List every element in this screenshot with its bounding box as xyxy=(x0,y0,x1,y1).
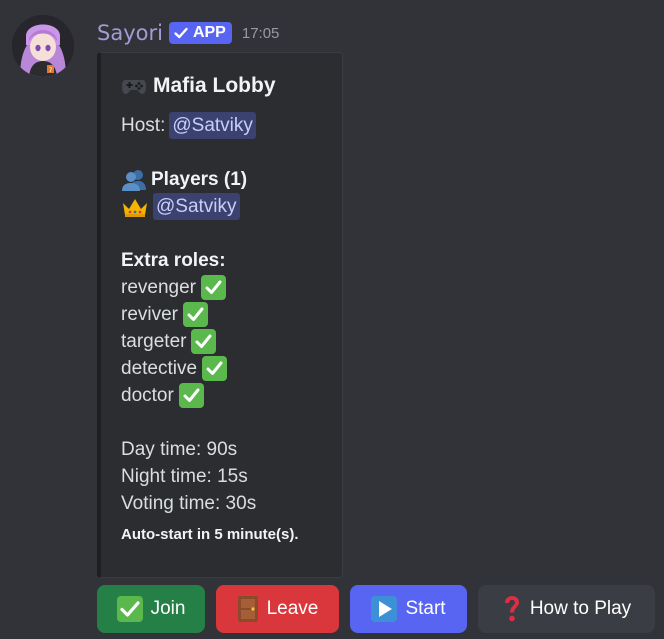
svg-text:7: 7 xyxy=(49,67,53,74)
door-icon xyxy=(237,595,259,623)
message-header: Sayori APP 17:05 xyxy=(97,19,279,47)
bot-message: 7 Sayori APP 17:05 Mafia Lobby Host: @Sa… xyxy=(0,0,664,639)
app-badge-label: APP xyxy=(192,24,226,41)
role-item: revenger xyxy=(121,274,341,301)
players-heading-text: Players (1) xyxy=(151,169,248,190)
question-mark-icon xyxy=(502,595,522,623)
check-mark-icon xyxy=(183,302,209,327)
role-label: detective xyxy=(121,358,198,379)
role-label: targeter xyxy=(121,331,187,352)
avatar[interactable]: 7 xyxy=(12,15,74,77)
game-controller-icon xyxy=(122,80,146,94)
host-mention[interactable]: @Satviky xyxy=(169,112,256,139)
app-badge: APP xyxy=(168,22,232,44)
role-label: doctor xyxy=(121,385,174,406)
play-icon xyxy=(371,596,398,622)
night-time: Night time: 15s xyxy=(121,466,248,487)
leave-button[interactable]: Leave xyxy=(216,585,339,633)
how-to-play-button[interactable]: How to Play xyxy=(478,585,655,633)
leave-button-label: Leave xyxy=(266,598,319,619)
timestamp[interactable]: 17:05 xyxy=(242,25,280,42)
how-to-play-button-label: How to Play xyxy=(529,598,632,619)
host-line: Host: @Satviky xyxy=(121,112,341,139)
role-item: doctor xyxy=(121,382,341,409)
action-row: Join Leave Start How to Play xyxy=(97,585,655,633)
role-item: detective xyxy=(121,355,341,382)
role-item: reviver xyxy=(121,301,341,328)
player-mention[interactable]: @Satviky xyxy=(153,193,240,220)
players-heading: Players (1) xyxy=(121,166,341,193)
host-label: Host: xyxy=(121,115,166,136)
username[interactable]: Sayori xyxy=(97,21,163,45)
check-mark-icon xyxy=(178,383,204,408)
check-mark-icon xyxy=(202,356,228,381)
join-button-label: Join xyxy=(150,598,186,619)
start-button-label: Start xyxy=(405,598,446,619)
embed-title: Mafia Lobby xyxy=(121,70,341,100)
role-label: reviver xyxy=(121,304,179,325)
role-item: targeter xyxy=(121,328,341,355)
join-button[interactable]: Join xyxy=(97,585,205,633)
busts-icon xyxy=(122,169,146,191)
check-mark-icon xyxy=(201,275,226,300)
avatar-image: 7 xyxy=(12,15,74,77)
verified-check-icon xyxy=(174,27,188,39)
player-item: @Satviky xyxy=(121,193,341,220)
role-label: revenger xyxy=(121,277,196,298)
voting-time: Voting time: 30s xyxy=(121,493,257,514)
lobby-embed: Mafia Lobby Host: @Satviky Players (1) @… xyxy=(97,52,343,578)
check-mark-icon xyxy=(191,329,217,354)
start-button[interactable]: Start xyxy=(350,585,467,633)
day-time: Day time: 90s xyxy=(121,439,238,460)
check-mark-icon xyxy=(116,596,143,622)
embed-title-text: Mafia Lobby xyxy=(153,73,276,97)
extra-roles-heading: Extra roles: xyxy=(121,250,226,271)
auto-start-note: Auto-start in 5 minute(s). xyxy=(121,526,299,543)
crown-icon xyxy=(123,198,147,217)
